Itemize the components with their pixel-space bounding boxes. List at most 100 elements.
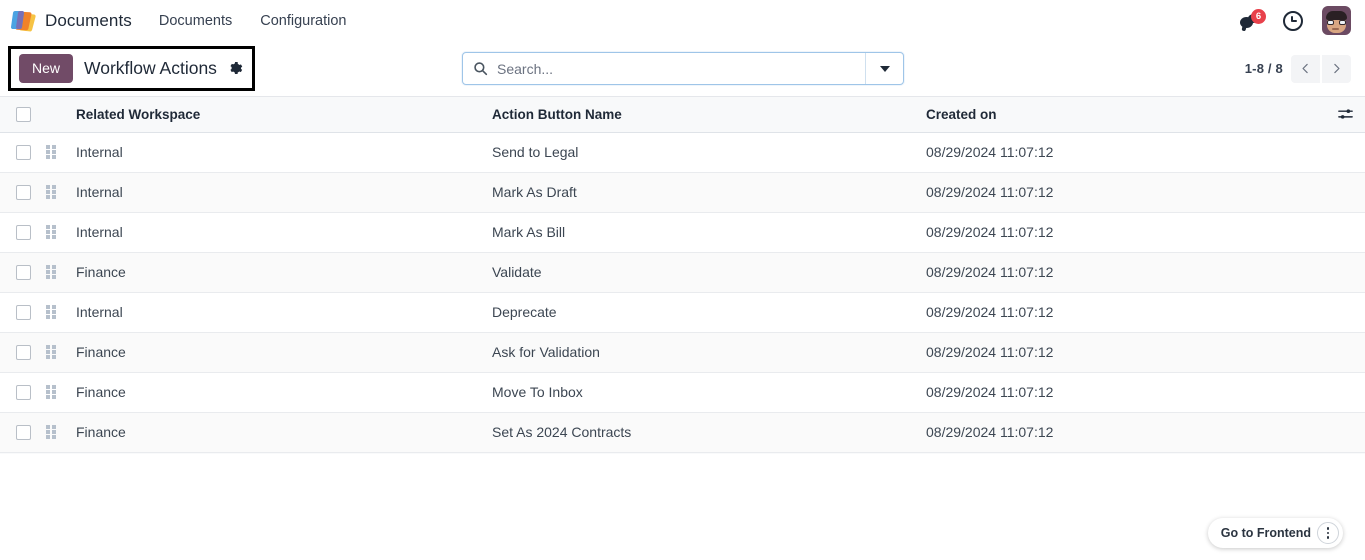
cell-related-workspace: Internal (76, 184, 123, 200)
cell-action-button-name: Deprecate (492, 304, 557, 320)
row-handle-cell (46, 412, 76, 452)
row-select-cell (0, 412, 46, 452)
cell-created-on: 08/29/2024 11:07:12 (926, 224, 1054, 240)
row-select-cell (0, 292, 46, 332)
row-handle-cell (46, 372, 76, 412)
main-menu: Documents Configuration (158, 10, 348, 32)
cell-related-workspace: Finance (76, 384, 126, 400)
clock-icon[interactable] (1283, 10, 1303, 31)
cell-spacer (1326, 412, 1365, 452)
header-action-button-name[interactable]: Action Button Name (492, 97, 926, 132)
row-checkbox[interactable] (16, 184, 31, 200)
list-view: Related Workspace Action Button Name Cre… (0, 96, 1365, 454)
table-body: Internal Send to Legal 08/29/2024 11:07:12… (0, 132, 1365, 452)
drag-handle-icon[interactable] (46, 225, 57, 239)
brand-group: Documents (10, 9, 132, 33)
row-checkbox[interactable] (16, 424, 31, 440)
header-related-workspace[interactable]: Related Workspace (76, 97, 492, 132)
cell-created-on: 08/29/2024 11:07:12 (926, 144, 1054, 160)
header-select-all (0, 97, 46, 132)
cell-spacer (1326, 252, 1365, 292)
row-checkbox[interactable] (16, 384, 31, 400)
row-handle-cell (46, 252, 76, 292)
row-handle-cell (46, 212, 76, 252)
table-row[interactable]: Finance Validate 08/29/2024 11:07:12 (0, 252, 1365, 292)
table-row[interactable]: Internal Mark As Bill 08/29/2024 11:07:12 (0, 212, 1365, 252)
table-row[interactable]: Finance Move To Inbox 08/29/2024 11:07:12 (0, 372, 1365, 412)
table-row[interactable]: Internal Deprecate 08/29/2024 11:07:12 (0, 292, 1365, 332)
row-select-cell (0, 172, 46, 212)
nav-item-documents[interactable]: Documents (158, 10, 233, 32)
user-avatar[interactable] (1322, 6, 1351, 35)
cell-related-workspace: Finance (76, 424, 126, 440)
control-panel: New Workflow Actions 1-8 / 8 (0, 41, 1365, 96)
pager-previous-button[interactable] (1291, 54, 1320, 83)
gear-icon[interactable] (228, 61, 243, 76)
row-checkbox[interactable] (16, 304, 31, 320)
drag-handle-icon[interactable] (46, 425, 57, 439)
chevron-down-icon (879, 65, 890, 72)
drag-handle-icon[interactable] (46, 385, 57, 399)
cell-action-button-name: Send to Legal (492, 144, 579, 160)
row-select-cell (0, 372, 46, 412)
cell-action-button-name: Validate (492, 264, 542, 280)
search-dropdown-toggle[interactable] (865, 53, 903, 84)
cell-spacer (1326, 292, 1365, 332)
cell-created-on: 08/29/2024 11:07:12 (926, 424, 1054, 440)
breadcrumb-highlight-box: New Workflow Actions (8, 45, 255, 92)
row-checkbox[interactable] (16, 224, 31, 240)
table-row[interactable]: Finance Ask for Validation 08/29/2024 11:0… (0, 332, 1365, 372)
sliders-icon[interactable] (1326, 106, 1365, 123)
chevron-left-icon (1302, 63, 1308, 74)
cell-related-workspace: Internal (76, 304, 123, 320)
drag-handle-icon[interactable] (46, 265, 57, 279)
cell-spacer (1326, 172, 1365, 212)
table-row[interactable]: Internal Send to Legal 08/29/2024 11:07:12 (0, 132, 1365, 172)
pager-next-button[interactable] (1322, 54, 1351, 83)
workflow-actions-table: Related Workspace Action Button Name Cre… (0, 97, 1365, 453)
pager-count: 1-8 / 8 (1244, 61, 1283, 76)
cell-action-button-name: Mark As Bill (492, 224, 566, 240)
app-name: Documents (45, 10, 132, 30)
pager-buttons (1291, 54, 1351, 83)
row-checkbox[interactable] (16, 344, 31, 360)
go-to-frontend-button[interactable]: Go to Frontend (1221, 526, 1311, 540)
cell-created-on: 08/29/2024 11:07:12 (926, 344, 1054, 360)
drag-handle-icon[interactable] (46, 145, 57, 159)
cell-action-button-name: Mark As Draft (492, 184, 577, 200)
header-handle (46, 97, 76, 132)
breadcrumb: Workflow Actions (84, 58, 217, 78)
table-row[interactable]: Finance Set As 2024 Contracts 08/29/2024 1… (0, 412, 1365, 452)
select-all-checkbox[interactable] (16, 106, 31, 122)
table-empty-area (0, 452, 1365, 454)
header-row: Related Workspace Action Button Name Cre… (0, 97, 1365, 132)
header-created-on[interactable]: Created on (926, 97, 1326, 132)
cell-action-button-name: Move To Inbox (492, 384, 583, 400)
drag-handle-icon[interactable] (46, 305, 57, 319)
cell-created-on: 08/29/2024 11:07:12 (926, 264, 1054, 280)
messages-icon[interactable]: 6 (1240, 8, 1266, 32)
drag-handle-icon[interactable] (46, 345, 57, 359)
chevron-right-icon (1334, 63, 1340, 74)
row-checkbox[interactable] (16, 144, 31, 160)
row-select-cell (0, 212, 46, 252)
table-header: Related Workspace Action Button Name Cre… (0, 97, 1365, 132)
drag-handle-icon[interactable] (46, 185, 57, 199)
row-select-cell (0, 332, 46, 372)
row-handle-cell (46, 332, 76, 372)
row-checkbox[interactable] (16, 264, 31, 280)
search-view (462, 52, 904, 85)
search-input[interactable] (497, 60, 865, 77)
cell-action-button-name: Set As 2024 Contracts (492, 424, 632, 440)
header-optional-columns (1326, 97, 1365, 132)
kebab-menu-icon[interactable] (1317, 522, 1339, 544)
table-row[interactable]: Internal Mark As Draft 08/29/2024 11:07:12 (0, 172, 1365, 212)
row-select-cell (0, 252, 46, 292)
nav-item-configuration[interactable]: Configuration (259, 10, 347, 32)
messages-count-badge: 6 (1251, 8, 1266, 24)
cell-related-workspace: Finance (76, 264, 126, 280)
new-button[interactable]: New (19, 53, 74, 84)
cell-created-on: 08/29/2024 11:07:12 (926, 184, 1054, 200)
cell-spacer (1326, 372, 1365, 412)
cell-action-button-name: Ask for Validation (492, 344, 600, 360)
